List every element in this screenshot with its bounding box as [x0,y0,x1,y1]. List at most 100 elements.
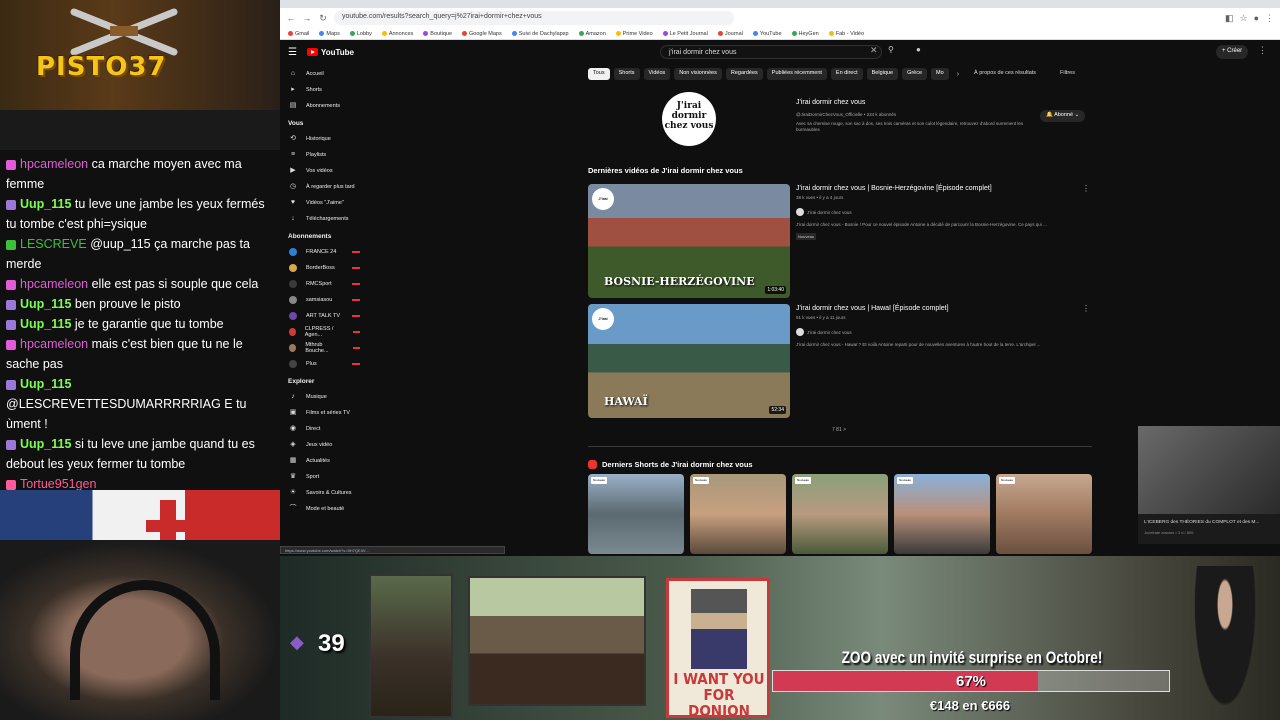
chat-username[interactable]: Uup_115 [20,317,71,331]
create-button[interactable]: + Créer [1216,45,1249,59]
sidebar-item[interactable]: ⟲ Historique [280,131,370,147]
bookmark-item[interactable]: Google Maps [462,31,502,37]
bookmark-item[interactable]: Gmail [288,31,309,37]
about-results-link[interactable]: À propos de ces résultats [974,70,1036,76]
filter-chip[interactable]: Publiées récemment [766,68,827,80]
sidebar-subscription[interactable]: Plus [280,356,370,372]
video-title[interactable]: J'irai dormir chez vous | Bosnie-Herzégo… [796,185,992,192]
more-options-icon[interactable]: ⋮ [1258,45,1267,56]
sidebar-item[interactable]: ◷ À regarder plus tard [280,179,370,195]
filter-chip[interactable]: Non visionnées [674,68,722,80]
sidebar-subscription[interactable]: samsiasou [280,292,370,308]
star-icon[interactable]: ☆ [1239,13,1247,24]
bookmark-item[interactable]: HeyGen [791,31,819,37]
chat-username[interactable]: Tortue951gen [20,477,96,491]
chat-username[interactable]: hpcameleon [20,157,88,171]
sidebar-item[interactable]: ⌂ Accueil [280,66,370,82]
chat-username[interactable]: Uup_115 [20,297,71,311]
filter-chip[interactable]: Belgique [866,68,899,80]
sidebar-subscription[interactable]: FRANCE 24 [280,244,370,260]
sidebar-item[interactable]: ↓ Téléchargements [280,211,370,227]
filter-chip[interactable]: Shorts [613,68,640,80]
chat-username[interactable]: Uup_115 [20,437,71,451]
sidebar-subscription[interactable]: ART TALK TV [280,308,370,324]
clear-search-icon[interactable]: ✕ [870,45,878,56]
more-videos-link[interactable]: 7 81 > [832,427,846,433]
sidebar-section-subscriptions[interactable]: Abonnements [280,227,370,244]
sidebar-subscription[interactable]: RMCSport [280,276,370,292]
sidebar-section-you[interactable]: Vous [280,114,370,131]
sidebar-item[interactable]: ▤ Abonnements [280,98,370,114]
filter-chip[interactable]: Mo [931,68,949,80]
video-title[interactable]: J'irai dormir chez vous | Hawaï [Épisode… [796,305,949,312]
short-thumbnail[interactable]: Nouveau [894,474,990,554]
chat-username[interactable]: Uup_115 [20,197,71,211]
hamburger-menu-icon[interactable]: ☰ [288,47,297,58]
video-thumbnail[interactable]: J'irai HAWAÏ 52:34 [588,304,790,418]
video-channel[interactable]: J'irai dormir chez vous [796,328,852,336]
filter-chip[interactable]: En direct [830,68,863,80]
filter-chip[interactable]: Grèce [902,68,928,80]
subscribed-button[interactable]: 🔔 Abonné ⌄ [1040,110,1086,122]
profile-icon[interactable]: ● [1254,13,1259,23]
bookmark-item[interactable]: Boutique [423,31,452,37]
chat-username[interactable]: hpcameleon [20,337,88,351]
bookmark-item[interactable]: Amazon [578,31,606,37]
sidebar-item[interactable]: ▶ Vos vidéos [280,163,370,179]
short-thumbnail[interactable]: Nouveau [996,474,1092,554]
bookmark-item[interactable]: Lobby [349,31,372,37]
sidebar-item[interactable]: ▦ Actualités [280,453,370,469]
bookmark-item[interactable]: Prime Video [615,31,653,37]
chat-username[interactable]: Uup_115 [20,377,71,391]
sidebar-subscription[interactable]: Mthrub Bouche... [280,340,370,356]
youtube-logo[interactable]: YouTube [306,48,354,57]
forward-icon[interactable]: → [302,13,312,23]
bookmark-item[interactable]: Journal [717,31,743,37]
sidebar-item[interactable]: ☀ Savoirs & Cultures [280,485,370,501]
miniplayer-title[interactable]: L'ICEBERG des THÉORIES du COMPLOT et des… [1144,520,1278,525]
sidebar-item[interactable]: ▣ Films et séries TV [280,405,370,421]
miniplayer-video[interactable] [1138,426,1280,514]
search-icon[interactable]: ⚲ [888,45,894,54]
address-bar[interactable]: youtube.com/results?search_query=j%27ira… [334,11,734,25]
sidebar-item[interactable]: ⌒ Mode et beauté [280,501,370,517]
bookmark-item[interactable]: Annonces [381,31,413,37]
sidebar-item[interactable]: ♪ Musique [280,389,370,405]
short-thumbnail[interactable]: Nouveau [792,474,888,554]
sidebar-subscription[interactable]: CLPRESS / Agen... [280,324,370,340]
short-thumbnail[interactable]: Nouveau [588,474,684,554]
sidebar-item[interactable]: ≡ Playlists [280,147,370,163]
filter-chip[interactable]: Regardées [725,68,763,80]
short-thumbnail[interactable]: Nouveau [690,474,786,554]
reload-icon[interactable]: ↻ [318,13,328,24]
chat-username[interactable]: LESCREVE [20,237,87,251]
sidebar-item[interactable]: ♥ Vidéos "J'aime" [280,195,370,211]
miniplayer[interactable]: L'ICEBERG des THÉORIES du COMPLOT et des… [1138,426,1280,544]
chat-username[interactable]: hpcameleon [20,277,88,291]
browser-menu-icon[interactable]: ⋮ [1265,13,1274,24]
channel-name[interactable]: J'irai dormir chez vous [796,99,865,106]
bookmark-item[interactable]: Suivi de Dachylapsp [511,31,569,37]
filters-button[interactable]: Filtres [1060,70,1075,76]
sidebar-item[interactable]: ▸ Shorts [280,82,370,98]
channel-avatar[interactable]: J'irai dormir chez vous [662,92,716,146]
sidebar-section-explore[interactable]: Explorer [280,372,370,389]
bookmark-item[interactable]: Fab - Vidéo [828,31,864,37]
extension-icon[interactable]: ◧ [1225,13,1234,24]
bookmark-item[interactable]: Maps [319,31,340,37]
sidebar-item[interactable]: ◈ Jeux vidéo [280,437,370,453]
filter-chip[interactable]: Vidéos [643,68,671,80]
video-channel[interactable]: J'irai dormir chez vous [796,208,852,216]
filter-chip[interactable]: Tous [588,68,610,80]
chevron-right-icon[interactable]: › [957,71,959,78]
video-thumbnail[interactable]: J'irai BOSNIE-HERZÉGOVINE 1:03:40 [588,184,790,298]
bookmark-item[interactable]: Le Petit Journal [662,31,708,37]
video-menu-icon[interactable]: ⋮ [1082,304,1090,313]
video-menu-icon[interactable]: ⋮ [1082,184,1090,193]
sidebar-subscription[interactable]: BorderBoss [280,260,370,276]
sidebar-item[interactable]: ♛ Sport [280,469,370,485]
search-input[interactable]: j'irai dormir chez vous [660,45,882,59]
sidebar-item[interactable]: ◉ Direct [280,421,370,437]
back-icon[interactable]: ← [286,13,296,23]
microphone-icon[interactable]: ● [916,45,921,54]
